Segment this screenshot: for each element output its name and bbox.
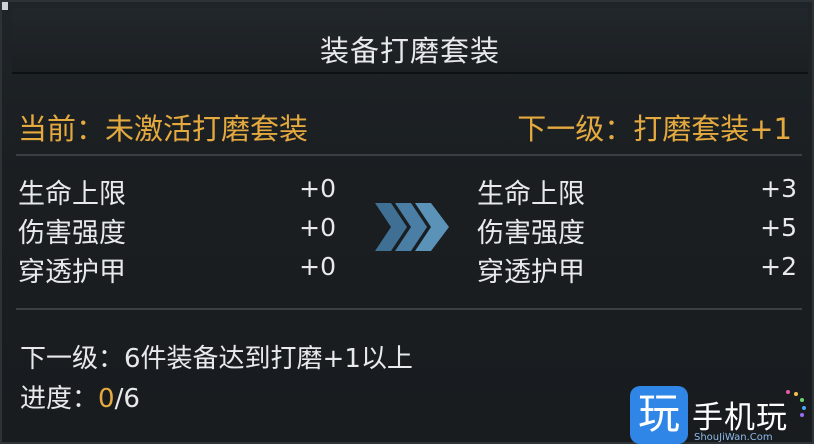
progress-readout: 进度：0/6 — [20, 378, 140, 415]
title-bar: 装备打磨套装 — [12, 8, 808, 74]
next-level-requirement: 下一级：6件装备达到打磨+1以上 — [20, 338, 413, 375]
next-set-header: 下一级：打磨套装+1 — [517, 106, 792, 148]
stat-row: 伤害强度 +0 — [18, 211, 336, 250]
requirement-text: 6件装备达到打磨+1以上 — [124, 344, 413, 374]
progress-current: 0 — [98, 384, 115, 414]
stat-value: +0 — [299, 174, 336, 203]
next-stats-list: 生命上限 +3 伤害强度 +5 穿透护甲 +2 — [477, 172, 797, 289]
current-label: 当前： — [18, 112, 106, 146]
stat-value: +2 — [760, 252, 797, 281]
current-set-header: 当前：未激活打磨套装 — [18, 106, 308, 148]
corner-mark — [2, 2, 8, 10]
stat-value: +0 — [299, 213, 336, 242]
set-bonus-panel: 装备打磨套装 当前：未激活打磨套装 下一级：打磨套装+1 生命上限 +0 伤害强… — [0, 0, 814, 444]
stat-row: 伤害强度 +5 — [477, 211, 797, 250]
progress-total: /6 — [114, 384, 140, 414]
stat-name: 穿透护甲 — [18, 257, 126, 288]
next-value: 打磨套装+1 — [633, 112, 792, 146]
stat-value: +5 — [760, 213, 797, 242]
divider-top — [16, 154, 802, 156]
stat-row: 穿透护甲 +2 — [477, 250, 797, 289]
stat-name: 伤害强度 — [18, 218, 126, 249]
next-label: 下一级： — [517, 112, 634, 146]
watermark-url: ShouJiWan.Com — [694, 432, 773, 443]
watermark: 玩 手机玩 ShouJiWan.Com — [630, 386, 814, 444]
stat-row: 生命上限 +0 — [18, 172, 336, 211]
current-value: 未激活打磨套装 — [105, 112, 309, 146]
watermark-brand: 手机玩 — [692, 400, 788, 436]
play-logo-icon: 玩 — [630, 386, 688, 444]
divider-bottom — [16, 308, 802, 310]
requirement-label: 下一级： — [20, 344, 125, 374]
stat-name: 生命上限 — [18, 179, 126, 210]
stat-name: 穿透护甲 — [477, 257, 585, 288]
sparkle-dots-icon — [786, 390, 806, 417]
chevron-right-triple-icon — [375, 203, 449, 251]
stat-value: +0 — [299, 252, 336, 281]
stat-value: +3 — [760, 174, 797, 203]
progress-label: 进度： — [20, 384, 99, 414]
stat-row: 生命上限 +3 — [477, 172, 797, 211]
stat-name: 生命上限 — [477, 179, 585, 210]
panel-title: 装备打磨套装 — [319, 34, 500, 68]
stat-name: 伤害强度 — [477, 218, 585, 249]
current-stats-list: 生命上限 +0 伤害强度 +0 穿透护甲 +0 — [18, 172, 336, 289]
stat-row: 穿透护甲 +0 — [18, 250, 336, 289]
